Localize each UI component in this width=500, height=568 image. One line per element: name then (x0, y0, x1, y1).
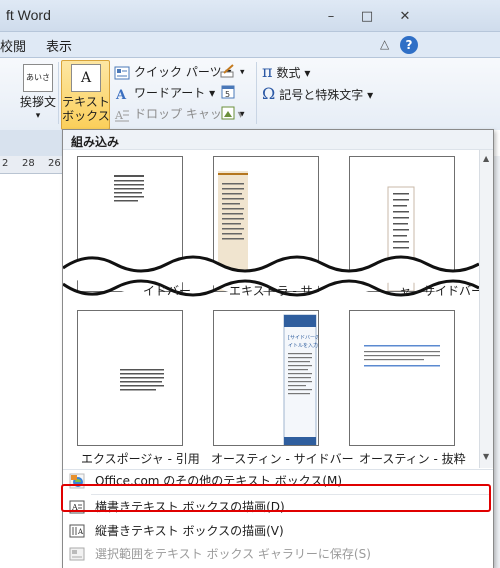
title-bar: ft Word – □ ✕ (0, 0, 500, 32)
thumb-label: オースティン - サイドバー (211, 452, 354, 466)
date-time-button[interactable]: 5 (220, 84, 240, 100)
chevron-down-icon: ▾ (240, 67, 245, 78)
symbol-label: 記号と特殊文字 (279, 88, 364, 102)
draw-vertical-textbox-menu-item[interactable]: A 縦書きテキスト ボックスの描画(V) (63, 520, 493, 542)
greeting-icon: あいさつ (23, 64, 53, 108)
tab-view[interactable]: 表示 (46, 36, 72, 55)
thumb-preview (364, 345, 440, 367)
thumb-label: ャ - サイドバー (399, 284, 483, 298)
thumb-label: エクスポージャ - 引用 (81, 452, 200, 466)
save-selection-to-gallery-menu-item[interactable]: 選択範囲をテキスト ボックス ギャラリーに保存(S) (63, 543, 493, 565)
ribbon-tabs: 校閲 表示 △ ? (0, 32, 500, 58)
object-icon (221, 106, 235, 120)
collapse-ribbon-icon[interactable]: △ (380, 37, 389, 51)
chevron-down-icon: ▾ (209, 86, 216, 100)
calendar-icon: 5 (221, 85, 235, 99)
ruler-tick: 28 (22, 158, 35, 169)
symbol-button[interactable]: Ω 記号と特殊文字 ▾ (262, 84, 373, 103)
pen-icon (220, 64, 234, 78)
wordart-icon: A (115, 88, 127, 102)
ruler-tick: 2 (2, 158, 9, 169)
menu-item-label: 選択範囲をテキスト ボックス ギャラリーに保存(S) (95, 547, 371, 561)
horizontal-ruler: 2 28 26 (0, 156, 66, 174)
drop-cap-icon: A (114, 109, 129, 122)
gallery-thumb-4[interactable] (77, 310, 183, 446)
gallery-header: 組み込み (63, 130, 493, 150)
quick-parts-label: クイック パーツ (134, 65, 222, 79)
document-area[interactable] (0, 174, 66, 568)
save-to-gallery-icon (69, 547, 85, 561)
svg-text:A: A (114, 109, 124, 122)
gallery-thumb-6[interactable] (349, 310, 455, 446)
chevron-down-icon: ▾ (240, 109, 245, 120)
menu-item-label: 縦書きテキスト ボックスの描画(V) (95, 524, 284, 538)
textbox-button-content[interactable]: A テキスト ボックス (62, 64, 110, 123)
equation-label: 数式 (276, 66, 301, 80)
scroll-up-icon[interactable]: ▲ (483, 154, 489, 163)
svg-text:5: 5 (225, 90, 230, 99)
signature-line-button[interactable]: ▾ (220, 63, 245, 79)
tab-review[interactable]: 校閲 (0, 36, 26, 55)
window-title: ft Word (6, 7, 51, 23)
svg-text:A: A (115, 88, 127, 102)
wordart-label: ワードアート (134, 86, 206, 100)
omega-icon: Ω (262, 84, 276, 103)
ruler-tick: 26 (48, 158, 61, 169)
scroll-down-icon[interactable]: ▼ (483, 452, 489, 461)
textbox-gallery: イドバー エキストラ - サ ャ - サイドバー [サイドバーのタ イトルを入力… (63, 150, 493, 468)
thumb-label: イドバー (143, 284, 192, 298)
textbox-icon: A (71, 64, 101, 92)
ribbon-separator (256, 62, 257, 124)
svg-text:イトルを入力]: イトルを入力] (288, 342, 318, 349)
object-button[interactable]: ▾ (220, 105, 245, 121)
svg-text:A: A (77, 528, 84, 536)
greeting-button[interactable]: あいさつ 挨拶文 ▾ (18, 64, 58, 123)
quick-parts-button[interactable]: クイック パーツ ▾ (114, 63, 231, 81)
maximize-button[interactable]: □ (354, 8, 380, 26)
chevron-down-icon: ▾ (367, 88, 374, 102)
pi-icon: π (262, 62, 273, 81)
greeting-label: 挨拶文 (19, 95, 56, 109)
chevron-down-icon: ▾ (35, 111, 41, 121)
quick-parts-icon (114, 66, 130, 79)
gallery-thumb-5[interactable]: [サイドバーのタ イトルを入力] (213, 310, 325, 446)
thumb-label: エキストラ - サ (229, 284, 313, 298)
textbox-label-line2: ボックス (62, 109, 110, 123)
chevron-down-icon: ▾ (304, 66, 311, 80)
drop-cap-label: ドロップ キャップ (134, 107, 234, 121)
ribbon-group-labels (0, 130, 66, 156)
help-icon[interactable]: ? (400, 36, 418, 54)
highlight-box (61, 484, 491, 512)
thumb-preview: [サイドバーのタ イトルを入力] (283, 314, 325, 446)
equation-button[interactable]: π 数式 ▾ (262, 62, 310, 81)
minimize-button[interactable]: – (318, 8, 344, 26)
textbox-label-line1: テキスト (62, 95, 110, 109)
wordart-button[interactable]: A ワードアート ▾ (114, 84, 215, 102)
thumb-label: オースティン - 抜粋 (359, 452, 466, 466)
gallery-scrollbar[interactable]: ▲ ▼ (479, 150, 493, 468)
austin-sidebar-heading: [サイドバーのタ (288, 334, 318, 341)
close-button[interactable]: ✕ (392, 8, 418, 26)
vertical-textbox-icon: A (69, 524, 85, 538)
ribbon-separator (58, 62, 59, 124)
thumb-preview (120, 369, 164, 391)
